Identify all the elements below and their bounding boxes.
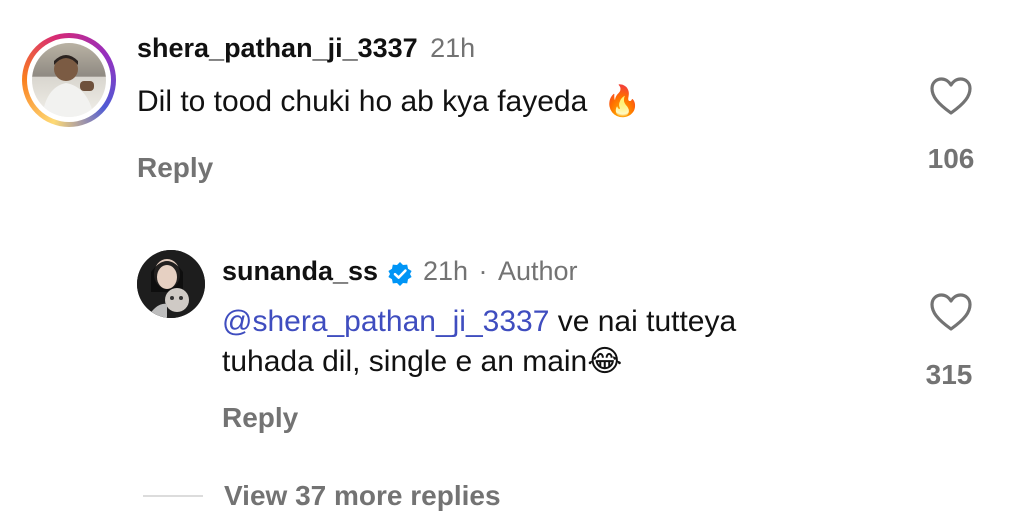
heart-icon[interactable] <box>929 76 973 116</box>
reply-button[interactable]: Reply <box>137 152 213 184</box>
mention-link[interactable]: @shera_pathan_ji_3337 <box>222 305 549 338</box>
reply-button[interactable]: Reply <box>222 402 298 434</box>
view-more-replies-button[interactable]: View 37 more replies <box>224 480 501 512</box>
divider-line <box>143 495 203 497</box>
laughing-emoji: 😂 <box>587 345 623 378</box>
reply-text-line2: tuhada dil, single e an main <box>222 345 588 378</box>
separator: · <box>478 256 488 286</box>
like-count: 106 <box>927 143 975 174</box>
avatar[interactable] <box>32 43 106 117</box>
reply-text-line1: ve nai tutteya <box>549 305 737 338</box>
comment-text: Dil to tood chuki ho ab kya fayeda <box>137 85 588 118</box>
avatar[interactable] <box>137 250 205 318</box>
username[interactable]: shera_pathan_ji_3337 <box>137 33 418 63</box>
author-label: Author <box>497 256 578 286</box>
reply-text: @shera_pathan_ji_3337 ve nai tutteya tuh… <box>222 302 902 382</box>
comment-text-row: Dil to tood chuki ho ab kya fayeda 🔥 <box>137 82 641 122</box>
heart-icon[interactable] <box>929 292 973 332</box>
timestamp: 21h <box>430 33 476 63</box>
like-count: 315 <box>925 359 973 390</box>
username[interactable]: sunanda_ss <box>222 256 378 286</box>
timestamp: 21h <box>422 256 469 286</box>
story-ring[interactable] <box>22 33 116 127</box>
fire-emoji: 🔥 <box>603 85 641 118</box>
verified-badge-icon <box>387 261 412 286</box>
